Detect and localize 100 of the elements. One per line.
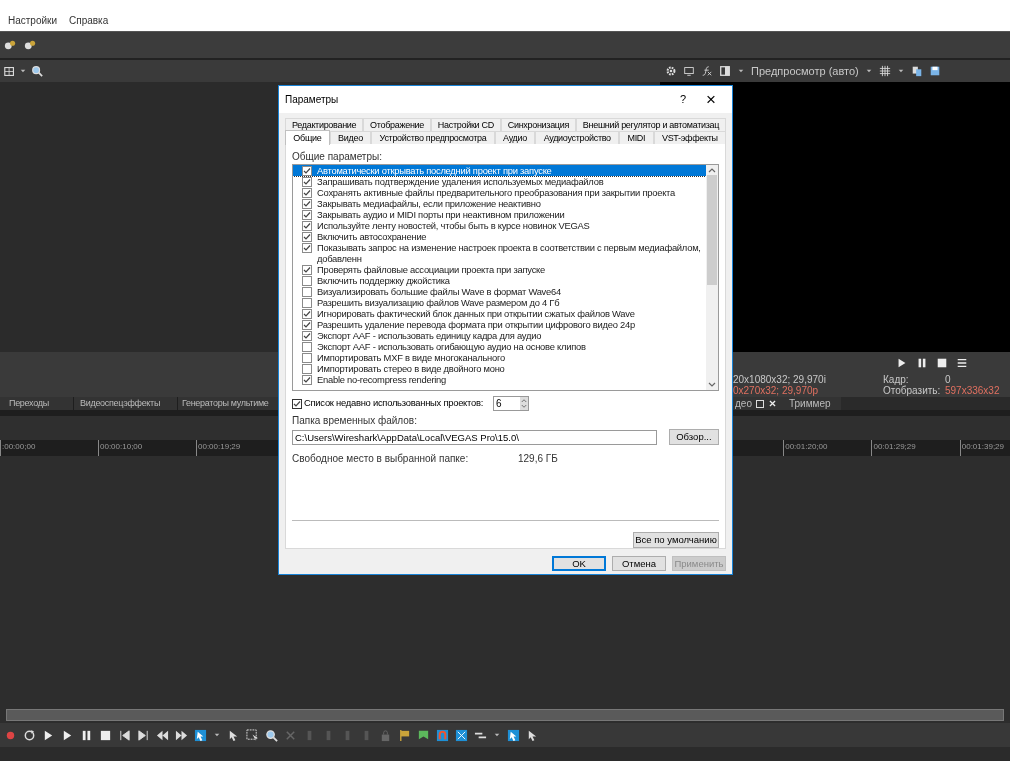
dialog-tab[interactable]: VST-эффекты bbox=[653, 131, 727, 144]
option-item[interactable]: Визуализировать большие файлы Wave в формат Wave64 bbox=[293, 286, 706, 297]
horizontal-scrollbar[interactable] bbox=[6, 709, 1004, 721]
panel-tab[interactable]: Переходы bbox=[0, 397, 74, 410]
scroll-down-icon[interactable] bbox=[708, 382, 716, 389]
normal-edit-tool-icon[interactable] bbox=[194, 728, 207, 742]
monitor-icon[interactable] bbox=[683, 65, 695, 77]
caret-icon[interactable] bbox=[896, 67, 905, 75]
checkbox[interactable] bbox=[302, 165, 312, 176]
option-item[interactable]: Используйте ленту новостей, чтобы быть в курсе новинок VEGAS bbox=[293, 220, 706, 231]
reset-defaults-button[interactable]: Все по умолчанию bbox=[633, 532, 719, 548]
undock-icon[interactable] bbox=[755, 399, 764, 408]
option-item[interactable]: Автоматически открывать последний проект при запуске bbox=[293, 165, 706, 176]
option-item[interactable]: Enable no-recompress rendering bbox=[293, 374, 706, 385]
fx-icon[interactable] bbox=[701, 65, 713, 77]
option-item[interactable]: Импортировать стерео в виде двойного моно bbox=[293, 363, 706, 374]
dialog-tab[interactable]: Синхронизация bbox=[500, 118, 576, 131]
dialog-tab[interactable]: MIDI bbox=[619, 131, 654, 144]
option-item[interactable]: Игнорировать фактический блок данных при открытии сжатых файлов Wave bbox=[293, 308, 706, 319]
play-from-start-icon[interactable] bbox=[42, 728, 55, 742]
snapping-icon[interactable] bbox=[436, 728, 449, 742]
dialog-button[interactable]: Отмена bbox=[612, 556, 666, 571]
dialog-tab[interactable]: Редактирование bbox=[285, 118, 364, 131]
checkbox[interactable] bbox=[302, 363, 312, 374]
previous-frame-icon[interactable] bbox=[156, 728, 169, 742]
split-view-icon[interactable] bbox=[719, 65, 731, 77]
menu-icon[interactable] bbox=[955, 357, 968, 369]
checkbox[interactable] bbox=[292, 398, 302, 409]
option-item[interactable]: Включить поддержку джойстика bbox=[293, 275, 706, 286]
option-item[interactable]: Включить автосохранение bbox=[293, 231, 706, 242]
go-to-start-icon[interactable] bbox=[118, 728, 131, 742]
region-icon[interactable] bbox=[417, 728, 430, 742]
dialog-tab[interactable]: Устройство предпросмотра bbox=[371, 131, 495, 144]
checkbox[interactable] bbox=[302, 176, 312, 187]
caret-icon[interactable] bbox=[493, 731, 501, 739]
vertical-scrollbar[interactable] bbox=[706, 165, 718, 391]
help-button[interactable]: ? bbox=[670, 91, 696, 108]
checkbox[interactable] bbox=[302, 286, 312, 297]
checkbox[interactable] bbox=[302, 374, 312, 385]
dialog-tab[interactable]: Отображение bbox=[363, 118, 431, 131]
option-item[interactable]: Сохранять активные файлы предварительного преобразования при закрытии проекта bbox=[293, 187, 706, 198]
caret-icon[interactable] bbox=[19, 67, 27, 75]
checkbox[interactable] bbox=[302, 242, 312, 253]
dialog-tab[interactable]: Аудиоустройство bbox=[535, 131, 620, 144]
dialog-tab[interactable]: Внешний регулятор и автоматизац bbox=[575, 118, 726, 131]
save-frame-icon[interactable] bbox=[928, 65, 941, 77]
option-item[interactable]: Закрывать медиафайлы, если приложение неактивно bbox=[293, 198, 706, 209]
checkbox[interactable] bbox=[302, 220, 312, 231]
option-item[interactable]: Импортировать MXF в виде многоканального bbox=[293, 352, 706, 363]
option-item[interactable]: Экспорт AAF - использовать огибающую аудио на основе клипов bbox=[293, 341, 706, 352]
option-item[interactable]: Разрешить удаление перевода формата при открытии цифрового видео 24p bbox=[293, 319, 706, 330]
dialog-button[interactable]: OK bbox=[552, 556, 606, 571]
checkbox[interactable] bbox=[302, 209, 312, 220]
menu-item[interactable]: Справка bbox=[69, 13, 109, 28]
panel-tab[interactable]: Триммер bbox=[786, 397, 841, 410]
dialog-tab[interactable]: Общие bbox=[285, 130, 330, 145]
stop-icon[interactable] bbox=[935, 357, 948, 369]
settings-icon[interactable] bbox=[665, 65, 677, 77]
pause-icon[interactable] bbox=[80, 728, 93, 742]
browse-button[interactable]: Обзор... bbox=[668, 429, 719, 446]
checkbox[interactable] bbox=[302, 308, 312, 319]
dialog-tab[interactable]: Аудио bbox=[494, 131, 536, 144]
stop-icon[interactable] bbox=[99, 728, 112, 742]
checkbox[interactable] bbox=[302, 319, 312, 330]
checkbox[interactable] bbox=[302, 187, 312, 198]
option-item[interactable]: Разрешить визуализацию файлов Wave размером до 4 Гб bbox=[293, 297, 706, 308]
dialog-tab[interactable]: Видео bbox=[329, 131, 372, 144]
checkbox[interactable] bbox=[302, 198, 312, 209]
next-frame-icon[interactable] bbox=[175, 728, 188, 742]
loop-icon[interactable] bbox=[23, 728, 36, 742]
zoom-tool-icon[interactable] bbox=[265, 728, 278, 742]
marker-icon[interactable] bbox=[398, 728, 411, 742]
dialog-tab[interactable]: Настройки CD bbox=[430, 118, 501, 131]
panel-tab[interactable]: Видеоспецэффекты bbox=[74, 397, 178, 410]
menu-item[interactable]: Настройки bbox=[8, 13, 58, 28]
grid-overlay-icon[interactable] bbox=[878, 65, 891, 77]
checkbox[interactable] bbox=[302, 275, 312, 286]
option-item[interactable]: Показывать запрос на изменение настроек проекта в соответствии с первым медиафайлом, добавленн bbox=[293, 242, 706, 264]
close-tab-icon[interactable] bbox=[767, 399, 777, 408]
option-item[interactable]: Экспорт AAF - использовать единицу кадра для аудио bbox=[293, 330, 706, 341]
search-icon[interactable] bbox=[31, 65, 43, 77]
folder-path-field[interactable]: C:\Users\Wireshark\AppData\Local\VEGAS Pro\15.0\ bbox=[292, 429, 657, 445]
caret-icon[interactable] bbox=[213, 731, 221, 739]
option-item[interactable]: Проверять файловые ассоциации проекта при запуске bbox=[293, 264, 706, 275]
scroll-up-icon[interactable] bbox=[708, 167, 716, 173]
grid-view-icon[interactable] bbox=[4, 65, 15, 77]
play-icon[interactable] bbox=[61, 728, 74, 742]
caret-icon[interactable] bbox=[737, 67, 745, 75]
scroll-thumb[interactable] bbox=[707, 175, 717, 285]
go-to-end-icon[interactable] bbox=[137, 728, 150, 742]
checkbox[interactable] bbox=[302, 297, 312, 308]
checkbox[interactable] bbox=[302, 352, 312, 363]
checkbox[interactable] bbox=[302, 330, 312, 341]
checkbox[interactable] bbox=[302, 341, 312, 352]
panel-tab[interactable]: део bbox=[733, 397, 787, 410]
selection-tool-icon[interactable] bbox=[246, 728, 259, 742]
close-button[interactable]: × bbox=[696, 91, 726, 108]
copy-frame-icon[interactable] bbox=[910, 65, 923, 77]
checkbox[interactable] bbox=[302, 231, 312, 242]
caret-icon[interactable] bbox=[864, 67, 873, 75]
